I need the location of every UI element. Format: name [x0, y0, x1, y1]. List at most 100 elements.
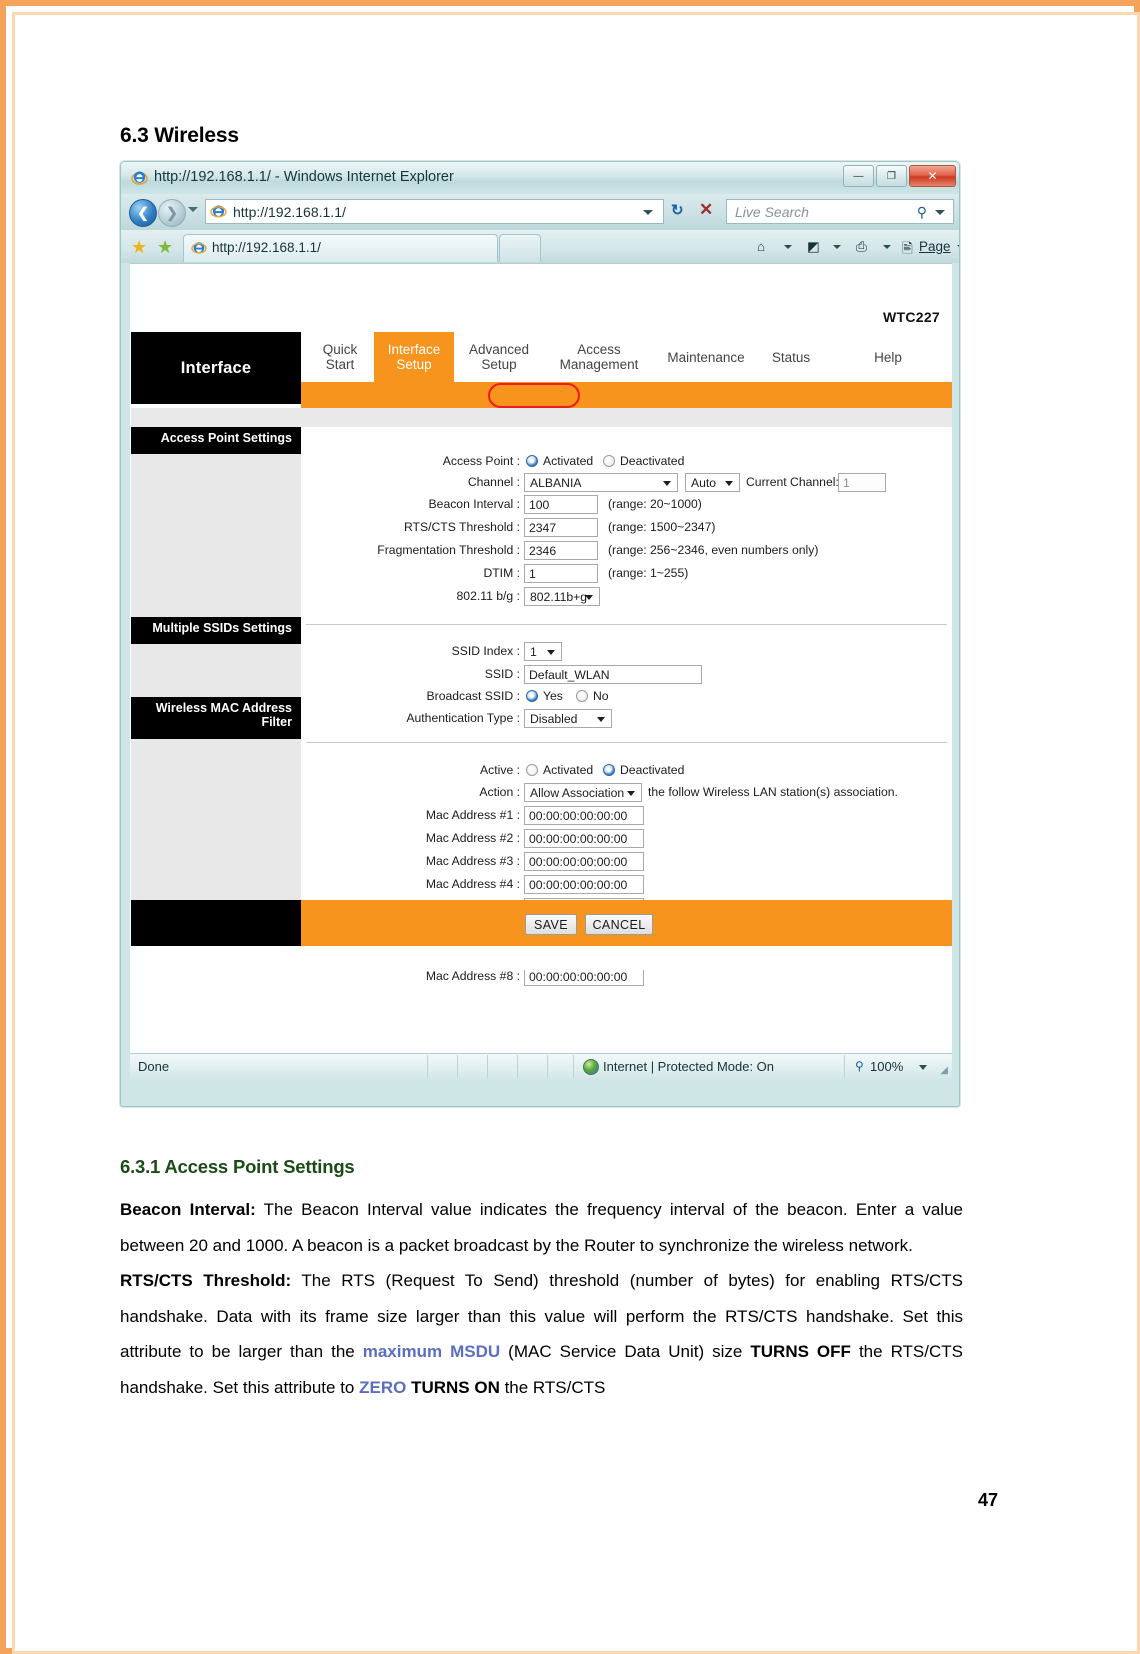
tab-help[interactable]: Help	[860, 332, 916, 382]
label-broadcast-yes: Yes	[543, 689, 563, 703]
label-mac-address-1: Mac Address #1 :	[425, 808, 520, 822]
address-chevron-down-icon[interactable]	[643, 210, 653, 215]
select-channel-country[interactable]: ALBANIA	[524, 473, 678, 492]
status-state-label: Done	[138, 1059, 170, 1074]
divider-mac-filter	[306, 742, 947, 743]
paragraph-beacon-interval: Beacon Interval: The Beacon Interval val…	[120, 1192, 963, 1263]
browser-window: http://192.168.1.1/ - Windows Internet E…	[120, 161, 960, 1107]
maximize-button[interactable]: ❐	[876, 165, 907, 187]
label-broadcast-ssid: Broadcast SSID :	[426, 689, 520, 703]
save-button[interactable]: SAVE	[525, 914, 577, 935]
forward-button[interactable]: ❯	[158, 199, 186, 227]
input-mac-address-4[interactable]: 00:00:00:00:00:00	[524, 875, 644, 894]
mac-filter-title-line2: Filter	[261, 715, 292, 729]
input-dtim[interactable]: 1	[524, 564, 598, 583]
stop-icon[interactable]: ✕	[699, 200, 713, 220]
body-text: Beacon Interval: The Beacon Interval val…	[120, 1192, 963, 1406]
input-mac-address-3[interactable]: 00:00:00:00:00:00	[524, 852, 644, 871]
feeds-icon[interactable]: ◩	[807, 239, 820, 255]
radio-access-point-deactivated[interactable]	[603, 455, 615, 467]
select-channel-mode-value: Auto	[691, 476, 717, 490]
input-ssid[interactable]: Default_WLAN	[524, 665, 702, 684]
label-access-point-activated: Activated	[543, 454, 594, 468]
input-current-channel: 1	[838, 473, 886, 492]
subtab-wireless[interactable]: Wireless	[490, 264, 576, 290]
tab-status[interactable]: Status	[760, 332, 822, 382]
input-beacon-interval[interactable]: 100	[524, 495, 598, 514]
label-authentication-type: Authentication Type :	[406, 711, 520, 725]
address-input[interactable]: http://192.168.1.1/	[205, 199, 664, 224]
tab-quick-start-line1: Quick	[322, 342, 358, 357]
search-icon[interactable]: ⚲	[917, 204, 927, 221]
section-title-access-point: Access Point Settings	[131, 427, 301, 454]
close-button[interactable]: ✕	[909, 165, 956, 187]
input-mac-address-2[interactable]: 00:00:00:00:00:00	[524, 829, 644, 848]
subtab-internet[interactable]: Internet	[306, 264, 392, 290]
status-divider-7	[844, 1055, 845, 1078]
tab-quick-start[interactable]: Quick Start	[306, 332, 374, 382]
cancel-button[interactable]: CANCEL	[585, 914, 653, 935]
input-rts-cts-threshold[interactable]: 2347	[524, 518, 598, 537]
page-menu-button[interactable]: Page	[919, 239, 951, 254]
status-zone-label: Internet | Protected Mode: On	[603, 1059, 775, 1074]
history-chevron-down-icon[interactable]	[188, 207, 198, 212]
label-access-point-deactivated: Deactivated	[620, 454, 685, 468]
print-chevron-down-icon[interactable]	[883, 245, 891, 249]
radio-active-activated[interactable]	[526, 764, 538, 776]
channel-country-chevron-down-icon	[663, 481, 671, 486]
router-left-column	[131, 427, 301, 900]
new-tab-button[interactable]	[499, 234, 541, 262]
router-navbar: Interface Quick Start Interface Setup Adva…	[130, 332, 952, 404]
label-rts-cts-threshold: RTS/CTS Threshold :	[403, 520, 520, 534]
input-fragmentation-threshold[interactable]: 2346	[524, 541, 598, 560]
tab-advanced-setup[interactable]: Advanced Setup	[454, 332, 544, 382]
select-channel-mode[interactable]: Auto	[685, 473, 740, 492]
home-icon[interactable]: ⌂	[757, 239, 765, 254]
radio-active-deactivated[interactable]	[603, 764, 615, 776]
page-chevron-down-icon[interactable]	[957, 245, 959, 249]
search-chevron-down-icon[interactable]	[935, 210, 945, 215]
select-ssid-index[interactable]: 1	[524, 642, 562, 661]
home-chevron-down-icon[interactable]	[784, 245, 792, 249]
tab-advanced-setup-line1: Advanced	[468, 342, 530, 357]
favorites-star-icon[interactable]: ★	[131, 237, 147, 258]
tab-advanced-setup-line2: Setup	[481, 357, 517, 372]
search-input[interactable]: Live Search ⚲	[726, 199, 954, 224]
select-80211-mode[interactable]: 802.11b+g	[524, 587, 600, 606]
hint-rts-cts-range: (range: 1500~2347)	[608, 520, 716, 534]
internet-zone-globe-icon	[583, 1059, 599, 1075]
subtab-lan[interactable]: LAN	[406, 264, 476, 290]
link-maximum-msdu: maximum MSDU	[362, 1342, 501, 1362]
subnav-separator-2	[481, 268, 483, 286]
resize-grip-icon[interactable]: ◢	[940, 1065, 948, 1076]
page-doc-icon: 🖹	[902, 241, 913, 256]
tab-interface-setup[interactable]: Interface Setup	[374, 332, 454, 382]
input-mac-address-1[interactable]: 00:00:00:00:00:00	[524, 806, 644, 825]
tab-interface-setup-line1: Interface	[387, 342, 441, 357]
browser-tab[interactable]: http://192.168.1.1/	[183, 234, 498, 262]
radio-broadcast-ssid-yes[interactable]	[526, 690, 538, 702]
zoom-chevron-down-icon[interactable]	[919, 1065, 927, 1070]
radio-broadcast-ssid-no[interactable]	[576, 690, 588, 702]
router-brand: Interface	[131, 332, 301, 404]
status-zoom-level[interactable]: 100%	[870, 1059, 903, 1074]
tab-access-management[interactable]: Access Management	[544, 332, 654, 382]
router-footer-left	[131, 900, 301, 946]
select-authentication-type[interactable]: Disabled	[524, 709, 612, 728]
internet-explorer-icon	[131, 171, 148, 185]
link-zero: ZERO	[359, 1377, 407, 1397]
channel-mode-chevron-down-icon	[725, 481, 733, 486]
print-icon[interactable]: ⎙	[856, 239, 867, 255]
tab-maintenance[interactable]: Maintenance	[658, 332, 754, 382]
zoom-magnifier-icon[interactable]: ⚲	[855, 1059, 864, 1073]
page-title: 6.3 Wireless	[120, 124, 239, 147]
ssid-index-chevron-down-icon	[547, 650, 555, 655]
radio-access-point-activated[interactable]	[526, 455, 538, 467]
back-button[interactable]: ❮	[129, 199, 157, 227]
feeds-chevron-down-icon[interactable]	[833, 245, 841, 249]
action-chevron-down-icon	[627, 791, 635, 796]
select-action[interactable]: Allow Association	[524, 783, 642, 802]
add-favorites-star-icon[interactable]: ★	[157, 237, 173, 258]
refresh-icon[interactable]: ↻	[671, 201, 684, 219]
minimize-button[interactable]: —	[843, 165, 874, 187]
